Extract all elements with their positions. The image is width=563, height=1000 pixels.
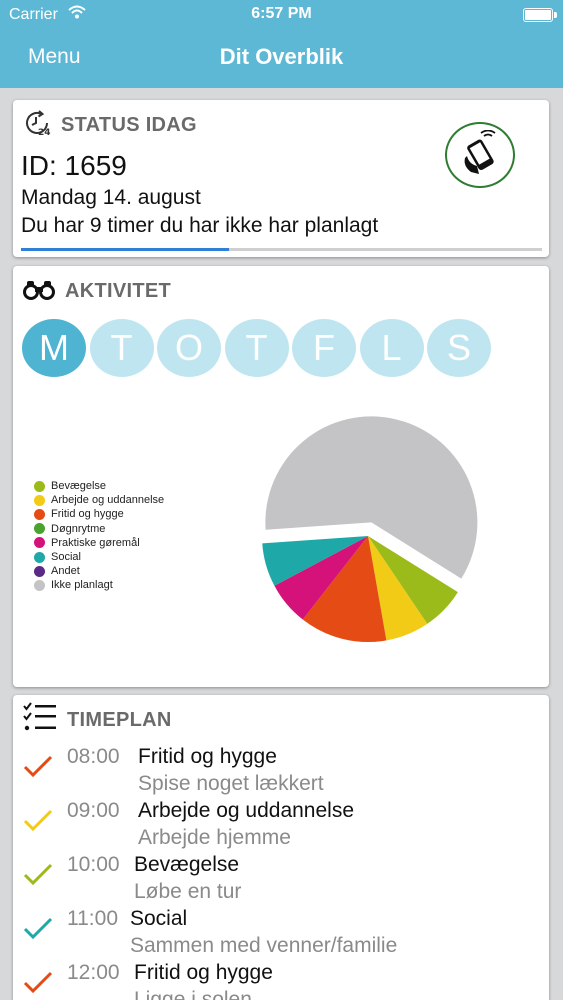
day-button[interactable]: O [157,319,221,377]
legend-swatch [34,579,45,591]
day-progress-bar [21,248,542,251]
entry-category: Bevægelse [134,853,240,876]
activity-card: AKTIVITET MTOTFLS Bevægelse Arbejde og ud… [13,266,549,687]
timeplan-card-header: TIMEPLAN [23,701,172,735]
clock: 6:57 PM [251,5,312,22]
status-bar: Carrier 6:57 PM [0,0,563,30]
activity-card-header: AKTIVITET [23,276,171,306]
timeplan-entry[interactable]: 10:00 Bevægelse Løbe en tur [13,853,549,907]
day-button[interactable]: S [427,319,491,377]
timeplan-card-title: TIMEPLAN [67,708,172,731]
checkmark-icon [23,809,53,832]
timeplan-entry[interactable]: 08:00 Fritid og hygge Spise noget lækkert [13,745,549,799]
checkmark-icon [23,917,53,940]
entry-category: Arbejde og uddannelse [138,799,355,822]
day-button[interactable]: F [292,319,356,377]
entry-time: 08:00 [67,745,120,768]
entry-description: Ligge i solen [134,988,252,1000]
svg-text:24: 24 [38,128,51,137]
checkmark-icon [23,755,53,778]
entry-category: Social [130,907,188,930]
phone-signal-button[interactable] [445,122,515,188]
status-card-title: STATUS IDAG [61,113,197,136]
legend-item: Social [34,550,164,564]
legend-label: Social [51,551,81,564]
entry-time: 09:00 [67,799,120,822]
legend-item: Døgnrytme [34,522,164,536]
legend-swatch [34,565,45,577]
activity-pie-chart [262,416,478,642]
user-id: ID: 1659 [21,150,127,181]
status-card-header: 24 STATUS IDAG [23,109,197,142]
entry-description: Spise noget lækkert [138,772,324,795]
entry-description: Sammen med venner/familie [130,934,398,957]
day-button[interactable]: T [89,319,154,377]
legend-item: Andet [34,564,164,578]
entry-description: Arbejde hjemme [138,826,291,849]
entry-time: 10:00 [67,853,120,876]
entry-time: 12:00 [67,961,120,984]
battery-icon [523,8,557,22]
page-title: Dit Overblik [219,44,344,69]
legend-label: Fritid og hygge [51,508,124,521]
legend-swatch [34,523,45,535]
navigation-bar: Menu Dit Overblik [0,30,563,88]
entry-time: 11:00 [67,907,118,930]
legend-item: Praktiske gøremål [34,536,164,550]
legend-item: Ikke planlagt [34,578,164,592]
legend-label: Døgnrytme [51,522,106,535]
legend-item: Fritid og hygge [34,507,164,521]
current-date: Mandag 14. august [21,186,201,209]
entry-category: Fritid og hygge [138,745,277,768]
phone-hand-icon [457,129,503,181]
checkmark-icon [23,863,53,886]
chart-legend: Bevægelse Arbejde og uddannelse Fritid og … [34,479,164,593]
entry-category: Fritid og hygge [134,961,273,984]
timeplan-entry[interactable]: 12:00 Fritid og hygge Ligge i solen [13,961,549,1000]
unplanned-hours-message: Du har 9 timer du har ikke har planlagt [21,214,379,237]
legend-item: Arbejde og uddannelse [34,493,164,507]
legend-label: Praktiske gøremål [51,536,140,549]
timeplan-entry[interactable]: 11:00 Social Sammen med venner/familie [13,907,549,961]
checkmark-icon [23,971,53,994]
legend-label: Arbejde og uddannelse [51,494,165,507]
legend-swatch [34,508,45,520]
checklist-icon [23,701,57,739]
status-card: 24 STATUS IDAG ID: 1659 Mandag 14. augus… [13,100,549,257]
legend-swatch [34,551,45,563]
day-progress-fill [21,248,230,251]
day-button[interactable]: T [224,319,289,377]
clock-24-icon: 24 [23,109,51,142]
day-button[interactable]: M [22,319,86,377]
binoculars-icon [23,278,55,305]
weekday-selector: MTOTFLS [22,319,542,377]
legend-label: Ikke planlagt [51,579,113,592]
legend-label: Bevægelse [51,480,107,493]
legend-swatch [34,537,45,549]
entry-description: Løbe en tur [134,880,242,903]
legend-item: Bevægelse [34,479,164,493]
activity-card-title: AKTIVITET [65,279,172,302]
day-button[interactable]: L [359,319,424,377]
legend-swatch [34,480,45,492]
legend-swatch [34,494,45,506]
legend-label: Andet [51,565,80,578]
timeplan-card: TIMEPLAN 08:00 Fritid og hygge Spise noget… [13,695,549,1000]
timeplan-entry[interactable]: 09:00 Arbejde og uddannelse Arbejde hjemme [13,799,549,853]
